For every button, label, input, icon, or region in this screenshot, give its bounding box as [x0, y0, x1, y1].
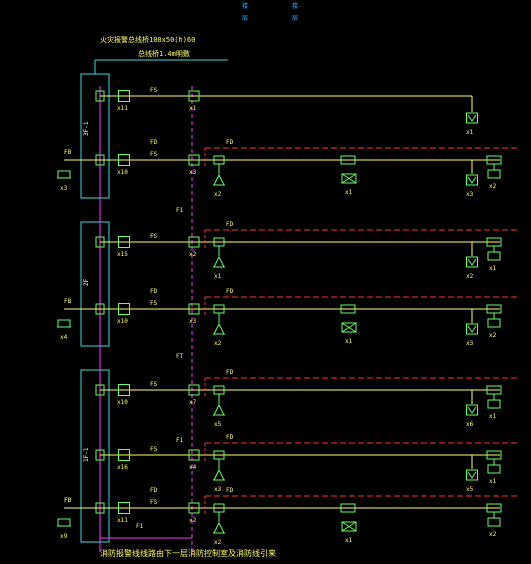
- row-1-fs-label: FS: [150, 151, 158, 158]
- row-6-fb-label: FB: [64, 497, 72, 504]
- row-2-module-count: x15: [117, 251, 128, 258]
- row-5-fd-label: FD: [226, 434, 234, 441]
- row-3-end-unit: [487, 318, 501, 328]
- row-6-fb-count: x9: [60, 533, 68, 540]
- row-1-fb-count: x3: [60, 185, 68, 192]
- title-line-1: 火灾报警总线桥100x50(h)60: [100, 35, 195, 44]
- row-1-speaker-x: [341, 173, 357, 184]
- row-4-c1-count: x5: [214, 421, 222, 428]
- row-5-c3-count: x5: [466, 486, 474, 493]
- row-3-c2-count: x1: [345, 338, 353, 345]
- row-4-c3-count: x6: [466, 421, 474, 428]
- top-label-2: 层: [242, 15, 248, 22]
- bottom-note: 消防报警线线路由下一层消防控制室及消防线引来: [100, 548, 276, 558]
- row-1-fd-label: FD: [226, 139, 234, 146]
- row-3-manual-alarm-mark: [467, 325, 477, 333]
- row-1-c1-count: x2: [214, 191, 222, 198]
- label-f1-c: F1: [136, 523, 144, 530]
- row-3-c1-count: x2: [214, 340, 222, 347]
- row-4-module-count: x10: [117, 399, 128, 406]
- row-3-fb-label: FB: [64, 298, 72, 305]
- row-2-fd-label: FD: [226, 221, 234, 228]
- row-1-fb-label: FB: [64, 149, 72, 156]
- row-4-smoke: [213, 403, 225, 416]
- row-5-end-unit: [487, 464, 501, 474]
- row-3-fd-left-label: FD: [150, 288, 158, 295]
- row-4-bus-count: x7: [189, 399, 197, 406]
- circuit-rows: FS x11 x1 x1 FD FS x10 x3 FB x3 FD x2 x1 x3 x2 FD FS x15 x…: [57, 87, 520, 546]
- row-6-c4-count: x2: [489, 531, 497, 538]
- row-3-c3-count: x3: [466, 340, 474, 347]
- row-5-module-count: x16: [117, 464, 128, 471]
- row-1-manual-alarm-mark: [467, 176, 477, 184]
- row-3-module-count: x10: [117, 318, 128, 325]
- panel-3f-label: 3F-1: [83, 121, 90, 136]
- top-label-4: 层: [292, 15, 298, 22]
- row-2-smoke: [213, 255, 225, 268]
- row-4-manual-alarm-mark: [467, 406, 477, 414]
- row-6-fd-label: FD: [226, 487, 234, 494]
- row-6-fs-label: FS: [150, 499, 158, 506]
- row-5-c1-count: x3: [214, 486, 222, 493]
- title-line-2: 总线桥1.4m明敷: [138, 49, 190, 58]
- row-5-c4-count: x1: [489, 478, 497, 485]
- row-6-smoke: [213, 521, 225, 534]
- row-3-bus-count: x3: [189, 318, 197, 325]
- row-3-smoke: [213, 322, 225, 335]
- row-4-end-unit: [487, 399, 501, 409]
- row-0-bus-count: x1: [189, 105, 197, 112]
- row-6-phone: [57, 518, 71, 527]
- row-2-end-unit: [487, 251, 501, 261]
- row-5-smoke: [213, 468, 225, 481]
- row-2-fs-label: FS: [150, 233, 158, 240]
- row-6-fd-left-label: FD: [150, 487, 158, 494]
- top-label-3: 楼: [292, 2, 298, 10]
- row-1-smoke: [213, 173, 225, 186]
- row-4-fs-label: FS: [150, 381, 158, 388]
- top-label-1: 楼: [242, 2, 248, 10]
- row-3-fb-count: x4: [60, 334, 68, 341]
- panel-2f-label: 2F: [83, 278, 90, 286]
- row-1-end-unit: [487, 169, 501, 179]
- row-6-c1-count: x2: [214, 539, 222, 546]
- row-2-c4-count: x1: [489, 265, 497, 272]
- row-1-fd-left-label: FD: [150, 139, 158, 146]
- row-3-speaker-x: [341, 322, 357, 333]
- row-3-c4-count: x2: [489, 332, 497, 339]
- row-0-module-count: x11: [117, 105, 128, 112]
- row-4-fd-label: FD: [226, 369, 234, 376]
- row-1-module-count: x10: [117, 169, 128, 176]
- row-6-end-unit: [487, 517, 501, 527]
- row-3-fs-label: FS: [150, 300, 158, 307]
- row-1-bus-count: x3: [189, 169, 197, 176]
- row-1-c4-count: x2: [489, 183, 497, 190]
- row-0-end-detector-mark: [467, 114, 477, 122]
- row-5-bus-count: x4: [189, 464, 197, 471]
- panel-1f-label: 1F-1: [83, 447, 90, 462]
- row-6-c2-count: x1: [345, 537, 353, 544]
- row-0-fs-label: FS: [150, 87, 158, 94]
- row-2-manual-alarm-mark: [467, 258, 477, 266]
- wiring-diagram: 楼 层 楼 层 火灾报警总线桥100x50(h)60 总线桥1.4m明敷 3F-…: [57, 2, 520, 558]
- row-1-c2-count: x1: [345, 189, 353, 196]
- row-2-c1-count: x1: [214, 273, 222, 280]
- row-6-speaker-x: [341, 521, 357, 532]
- row-2-bus-count: x2: [189, 251, 197, 258]
- label-f1-b: F1: [176, 437, 184, 444]
- label-ft: FT: [176, 353, 184, 360]
- row-5-fs-label: FS: [150, 446, 158, 453]
- row-1-c3-count: x3: [466, 191, 474, 198]
- row-4-c4-count: x1: [489, 413, 497, 420]
- row-0-end-count: x1: [466, 129, 474, 136]
- row-1-phone: [57, 170, 71, 179]
- row-2-c3-count: x2: [466, 273, 474, 280]
- row-6-bus-count: x2: [189, 517, 197, 524]
- label-f1-a: F1: [176, 207, 184, 214]
- row-6-module-count: x11: [117, 517, 128, 524]
- row-3-fd-label: FD: [226, 288, 234, 295]
- row-5-manual-alarm-mark: [467, 471, 477, 479]
- row-3-phone: [57, 319, 71, 328]
